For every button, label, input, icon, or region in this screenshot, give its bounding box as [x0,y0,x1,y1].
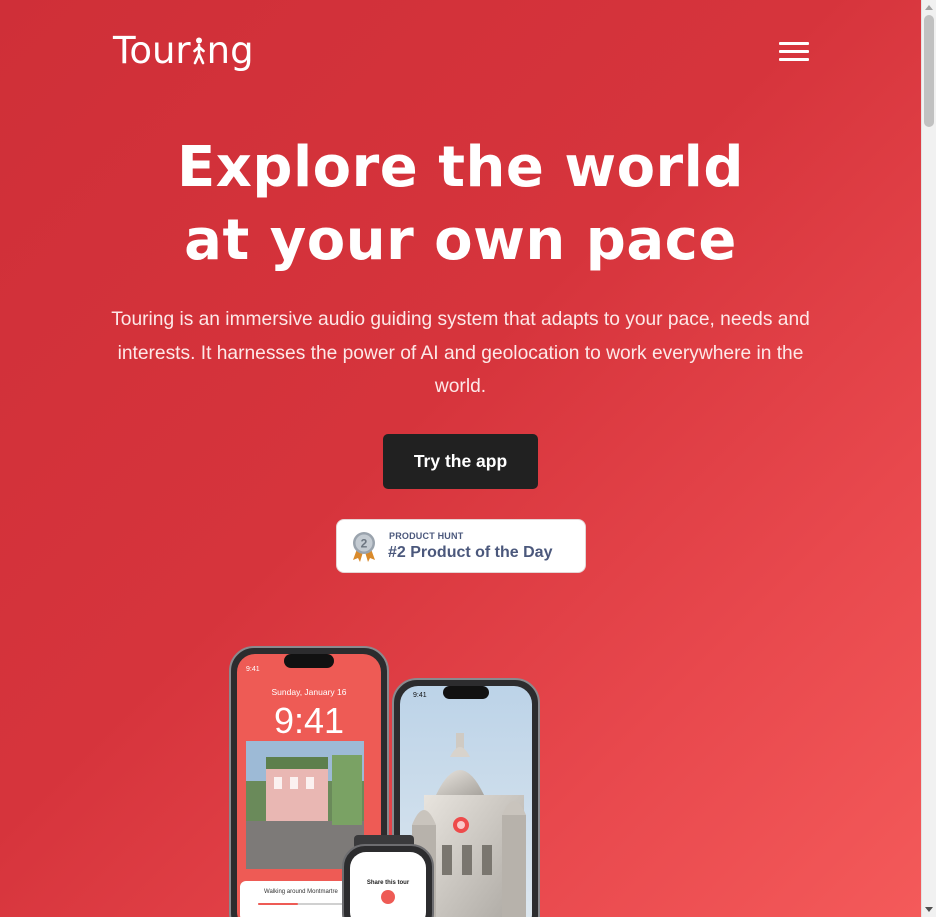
logo-text-right: ng [206,29,254,72]
phone1-status-time: 9:41 [246,666,260,673]
watch-caption: Share this tour [367,880,410,886]
hero-title-line-1: Explore the world [177,135,744,200]
scrollbar-thumb[interactable] [924,15,934,127]
hamburger-menu-icon[interactable] [779,42,809,61]
product-hunt-title: #2 Product of the Day [388,544,553,561]
product-hunt-badge[interactable]: 2 PRODUCT HUNT #2 Product of the Day [336,519,586,573]
walker-icon [192,37,205,65]
silver-medal-icon: 2 [353,532,375,562]
medal-number: 2 [361,537,368,551]
touring-logo[interactable]: Tour ng [113,28,254,74]
product-hunt-eyebrow: PRODUCT HUNT [389,531,464,541]
logo-text-left: Tour [113,29,191,72]
smartwatch: Share this tour [342,835,434,917]
hero-title-line-2: at your own pace [184,208,737,273]
vertical-scrollbar[interactable] [921,0,936,917]
hero-title: Explore the world at your own pace [100,131,821,277]
page-viewport: Tour ng Explore the world at your own pa… [0,0,921,917]
phone1-time: 9:41 [274,700,344,741]
scroll-up-arrow-icon[interactable] [925,5,933,10]
try-the-app-button[interactable]: Try the app [383,434,538,489]
phone2-status-time: 9:41 [413,692,427,699]
phone1-date: Sunday, January 16 [272,687,347,697]
scroll-down-arrow-icon[interactable] [925,907,933,912]
phone1-caption: Walking around Montmartre [264,889,338,895]
device-mockups-illustration: 9:41 Sunday, January 16 9:41 Walking aro… [229,646,540,917]
hero-subtitle: Touring is an immersive audio guiding sy… [111,309,810,397]
